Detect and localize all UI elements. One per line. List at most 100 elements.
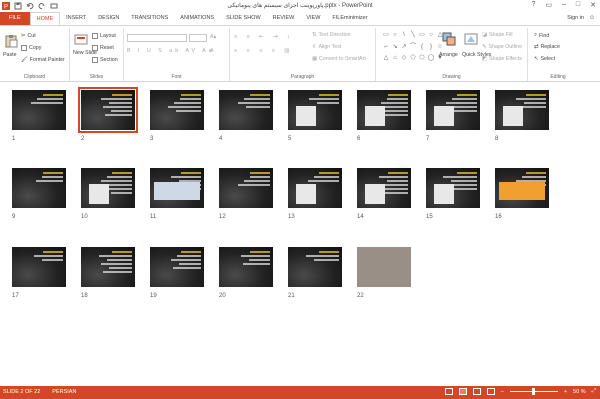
slide-text-lines: [236, 172, 270, 188]
slide-thumbnail[interactable]: [12, 168, 66, 208]
drawing-group: ▭ ○ \ ╲ ▭ ○ △ ⌐ ↘ ↗ ⌒{} ☆ △ ⌂ ◇ ⬠ ⬡ ◯ ▼ Arrange Quick St…: [376, 28, 528, 81]
copy-button[interactable]: Copy: [21, 45, 41, 51]
convert-smartart-button[interactable]: ▦ Convert to SmartArt: [312, 56, 366, 62]
slide-thumbnail[interactable]: [495, 90, 549, 130]
shape-effects-label: Shape Effects: [489, 56, 522, 62]
tab-animations[interactable]: ANIMATIONS: [174, 12, 220, 25]
section-button[interactable]: Section: [92, 57, 118, 63]
slide-text-lines: [98, 94, 132, 118]
tab-design[interactable]: DESIGN: [92, 12, 125, 25]
new-slide-icon[interactable]: [74, 32, 88, 46]
maximize-button[interactable]: □: [576, 1, 580, 9]
slide-thumbnail[interactable]: [12, 247, 66, 287]
reading-view-icon[interactable]: [472, 388, 481, 395]
slide-thumbnail[interactable]: [150, 90, 204, 130]
slide-thumbnail[interactable]: [357, 90, 411, 130]
paint-bucket-icon: ◪: [482, 32, 488, 38]
slide-picture: [503, 106, 523, 126]
slide-thumbnail[interactable]: [288, 90, 342, 130]
replace-button[interactable]: ⇄ Replace: [534, 44, 560, 50]
quick-styles-icon[interactable]: [464, 32, 478, 46]
list-buttons[interactable]: ≡ ≡ ⇤ ⇥ ↕: [234, 34, 294, 40]
slide-thumbnail[interactable]: [219, 247, 273, 287]
slide-thumbnail[interactable]: [288, 168, 342, 208]
align-buttons[interactable]: ≡ ≡ ≡ ≡ ▥: [234, 48, 293, 54]
arrange-button[interactable]: Arrange: [439, 52, 458, 58]
language-indicator[interactable]: PERSIAN: [52, 389, 76, 395]
slide-thumbnail[interactable]: [426, 168, 480, 208]
paste-button[interactable]: Paste: [3, 52, 17, 58]
slide-thumbnail[interactable]: [219, 168, 273, 208]
font-color-icon[interactable]: A: [210, 48, 214, 54]
tab-slide-show[interactable]: SLIDE SHOW: [220, 12, 267, 25]
slide-thumbnail[interactable]: [357, 168, 411, 208]
zoom-slider[interactable]: [509, 388, 558, 395]
reset-button[interactable]: Reset: [92, 45, 114, 51]
zoom-out-icon[interactable]: –: [501, 389, 504, 395]
tab-home[interactable]: HOME: [29, 12, 61, 25]
paste-icon[interactable]: [4, 34, 18, 48]
minimize-button[interactable]: –: [562, 1, 566, 9]
copy-label: Copy: [29, 45, 42, 51]
fit-slide-icon[interactable]: ⤢: [592, 388, 596, 395]
close-button[interactable]: ✕: [590, 1, 596, 9]
window-controls: ? ▭ – □ ✕: [531, 1, 596, 9]
reset-icon: [92, 45, 98, 51]
layout-button[interactable]: Layout: [92, 33, 116, 39]
font-name-combo[interactable]: [127, 34, 187, 42]
grow-font-icon[interactable]: A▴: [210, 34, 216, 40]
slide-thumbnail[interactable]: [495, 168, 549, 208]
help-icon[interactable]: ?: [531, 1, 535, 9]
find-button[interactable]: ⌕ Find: [534, 32, 549, 39]
slide-text-lines: [29, 251, 63, 263]
slide-thumbnail[interactable]: [78, 87, 138, 133]
select-button[interactable]: ↖ Select: [534, 56, 555, 62]
slides-group: New Slide Layout Reset Section Slides: [70, 28, 124, 81]
zoom-level[interactable]: 50 %: [573, 389, 586, 395]
slide-picture: [89, 184, 109, 204]
slide-picture: [434, 106, 454, 126]
slide-text-lines: [167, 94, 201, 114]
section-label: Section: [100, 57, 118, 63]
text-direction-button[interactable]: ⇅ Text Direction: [312, 32, 351, 38]
tab-fileminimizer[interactable]: FILEminimizer: [326, 12, 373, 25]
tab-transitions[interactable]: TRANSITIONS: [125, 12, 174, 25]
normal-view-icon[interactable]: [444, 388, 453, 395]
tab-file[interactable]: FILE: [0, 12, 30, 25]
arrange-icon[interactable]: [442, 32, 456, 46]
slide-thumbnail[interactable]: [150, 247, 204, 287]
zoom-slider-thumb[interactable]: [531, 388, 535, 395]
tab-review[interactable]: REVIEW: [267, 12, 301, 25]
tab-view[interactable]: VIEW: [300, 12, 326, 25]
zoom-in-icon[interactable]: +: [564, 389, 567, 395]
slide-sorter-view-icon[interactable]: [458, 388, 467, 395]
shape-effects-button[interactable]: ◩ Shape Effects: [482, 56, 522, 62]
cut-button[interactable]: ✂ Cut: [21, 33, 36, 39]
tab-insert[interactable]: INSERT: [60, 12, 92, 25]
format-painter-button[interactable]: 🖌 Format Painter: [21, 57, 65, 63]
slide-thumbnail[interactable]: [357, 247, 411, 287]
slide-thumbnail[interactable]: [426, 90, 480, 130]
slide-thumbnail[interactable]: [219, 90, 273, 130]
slide-picture: [434, 184, 454, 204]
shape-fill-button[interactable]: ◪ Shape Fill: [482, 32, 513, 38]
user-icon[interactable]: ☺: [589, 15, 595, 21]
ribbon-display-icon[interactable]: ▭: [545, 1, 552, 9]
slide-thumbnail[interactable]: [81, 168, 135, 208]
align-text-button[interactable]: ⇳ Align Text: [312, 44, 341, 50]
slide-text-lines: [305, 172, 339, 184]
slide-thumbnail[interactable]: [150, 168, 204, 208]
slide-thumbnail[interactable]: [288, 247, 342, 287]
sign-in-link[interactable]: Sign in: [567, 15, 584, 21]
font-size-combo[interactable]: [189, 34, 207, 42]
slide-number: 6: [357, 136, 361, 142]
shape-outline-button[interactable]: ✎ Shape Outline: [482, 44, 522, 50]
paragraph-group: ≡ ≡ ⇤ ⇥ ↕ ≡ ≡ ≡ ≡ ▥ ⇅ Text Direction ⇳ Ali…: [230, 28, 376, 81]
shapes-gallery[interactable]: ▭ ○ \ ╲ ▭ ○ △ ⌐ ↘ ↗ ⌒{} ☆ △ ⌂ ◇ ⬠ ⬡ ◯ ▼: [382, 31, 443, 65]
slide-thumbnail[interactable]: [81, 247, 135, 287]
font-format-buttons[interactable]: B I U S ab AV Aa: [127, 48, 215, 54]
magnifier-icon: ⌕: [534, 32, 537, 38]
editing-group: ⌕ Find ⇄ Replace ↖ Select Editing: [528, 28, 588, 81]
slide-show-view-icon[interactable]: [486, 388, 495, 395]
slide-thumbnail[interactable]: [12, 90, 66, 130]
